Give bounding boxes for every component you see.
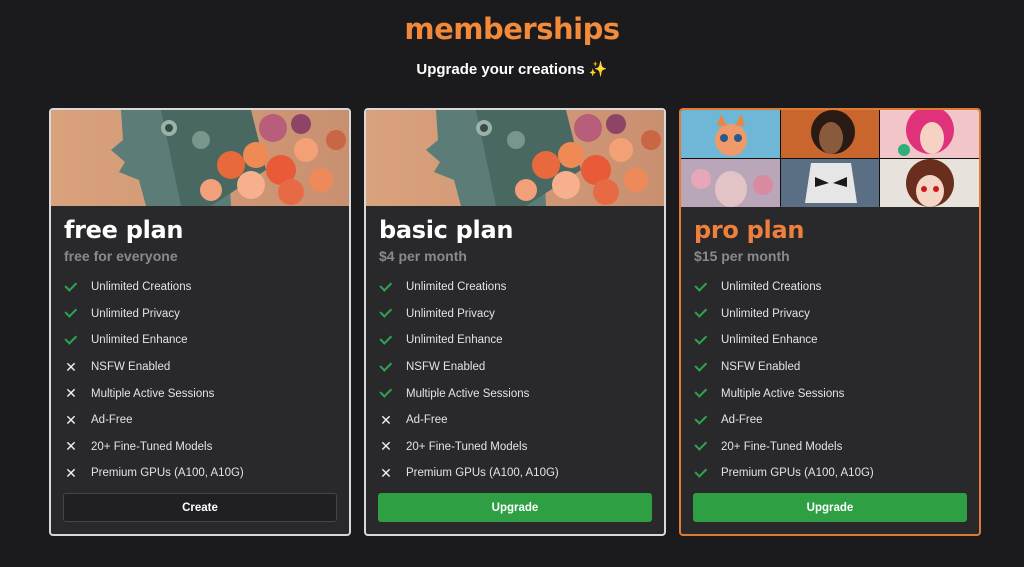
feature-label: Unlimited Creations [406,281,507,294]
check-icon [694,360,708,374]
check-icon [379,387,393,401]
feature-label: Multiple Active Sessions [406,387,530,400]
check-icon [379,307,393,321]
collage-tile-cartoon-fox [681,110,780,158]
feature-item: Unlimited Enhance [694,327,874,354]
page-title: memberships [0,12,1024,46]
feature-label: NSFW Enabled [721,361,801,374]
collage-tile-anime-girl [880,159,979,207]
feature-label: 20+ Fine-Tuned Models [91,440,213,453]
feature-label: Multiple Active Sessions [721,387,845,400]
upgrade-basic-button[interactable]: Upgrade [378,493,652,522]
check-icon [64,307,78,321]
x-icon: ✕ [380,438,392,455]
feature-item: Unlimited Enhance [379,327,559,354]
plan-price: $15 per month [694,248,790,264]
feature-label: NSFW Enabled [406,361,486,374]
feature-item: ✕ NSFW Enabled [64,354,244,381]
collage-tile-flower-girl [681,159,780,207]
feature-label: Ad-Free [91,414,133,427]
collage-tile-pop-art [880,110,979,158]
x-icon: ✕ [65,438,77,455]
check-icon [379,280,393,294]
check-icon [379,333,393,347]
check-icon [694,466,708,480]
check-icon [694,280,708,294]
feature-item: Unlimited Privacy [694,301,874,328]
feature-label: Unlimited Creations [91,281,192,294]
plan-price: free for everyone [64,248,178,264]
feature-list: Unlimited Creations Unlimited Privacy Unli… [694,274,874,487]
plan-hero-image [51,110,349,206]
x-icon: ✕ [65,464,77,481]
plan-name: pro plan [694,216,805,244]
feature-label: 20+ Fine-Tuned Models [721,440,843,453]
check-icon [694,440,708,454]
create-button[interactable]: Create [63,493,337,522]
x-icon: ✕ [380,464,392,481]
feature-list: Unlimited Creations Unlimited Privacy Unli… [64,274,244,487]
feature-item: NSFW Enabled [379,354,559,381]
feature-item: Multiple Active Sessions [694,380,874,407]
upgrade-pro-button[interactable]: Upgrade [693,493,967,522]
feature-label: Unlimited Enhance [406,334,503,347]
feature-item: Unlimited Enhance [64,327,244,354]
feature-label: Multiple Active Sessions [91,387,215,400]
feature-item: Unlimited Creations [694,274,874,301]
plan-card-free: free plan free for everyone Unlimited Cr… [49,108,351,536]
plan-name: basic plan [379,216,514,244]
check-icon [694,413,708,427]
feature-label: Premium GPUs (A100, A10G) [91,467,244,480]
check-icon [64,333,78,347]
plan-card-pro: pro plan $15 per month Unlimited Creatio… [679,108,981,536]
feature-label: Ad-Free [721,414,763,427]
feature-label: Unlimited Privacy [406,307,495,320]
feature-label: Unlimited Privacy [91,307,180,320]
feature-item: ✕ 20+ Fine-Tuned Models [64,434,244,461]
feature-item: ✕ Multiple Active Sessions [64,380,244,407]
collage-tile-masked-hero [780,159,880,207]
plan-hero-collage [681,110,979,207]
feature-label: 20+ Fine-Tuned Models [406,440,528,453]
feature-label: NSFW Enabled [91,361,171,374]
feature-item: NSFW Enabled [694,354,874,381]
plan-card-basic: basic plan $4 per month Unlimited Creati… [364,108,666,536]
feature-item: ✕ Premium GPUs (A100, A10G) [379,460,559,487]
feature-item: 20+ Fine-Tuned Models [694,434,874,461]
page-subtitle: Upgrade your creations ✨ [416,61,608,78]
feature-label: Unlimited Enhance [91,334,188,347]
feature-label: Ad-Free [406,414,448,427]
feature-item: Unlimited Privacy [64,301,244,328]
feature-item: ✕ Premium GPUs (A100, A10G) [64,460,244,487]
x-icon: ✕ [65,385,77,402]
check-icon [694,387,708,401]
feature-label: Unlimited Enhance [721,334,818,347]
feature-label: Unlimited Privacy [721,307,810,320]
feature-item: Unlimited Creations [64,274,244,301]
x-icon: ✕ [65,358,77,375]
feature-item: Multiple Active Sessions [379,380,559,407]
feature-item: ✕ Ad-Free [64,407,244,434]
feature-label: Unlimited Creations [721,281,822,294]
feature-list: Unlimited Creations Unlimited Privacy Unli… [379,274,559,487]
check-icon [694,333,708,347]
feature-item: ✕ Ad-Free [379,407,559,434]
feature-label: Premium GPUs (A100, A10G) [721,467,874,480]
check-icon [64,280,78,294]
x-icon: ✕ [65,411,77,428]
plan-price: $4 per month [379,248,467,264]
feature-item: ✕ 20+ Fine-Tuned Models [379,434,559,461]
plan-name: free plan [64,216,184,244]
feature-item: Unlimited Privacy [379,301,559,328]
plan-hero-image [366,110,664,206]
feature-item: Unlimited Creations [379,274,559,301]
check-icon [379,360,393,374]
feature-item: Premium GPUs (A100, A10G) [694,460,874,487]
collage-tile-portrait-woman [780,110,880,158]
feature-label: Premium GPUs (A100, A10G) [406,467,559,480]
feature-item: Ad-Free [694,407,874,434]
x-icon: ✕ [380,411,392,428]
check-icon [694,307,708,321]
